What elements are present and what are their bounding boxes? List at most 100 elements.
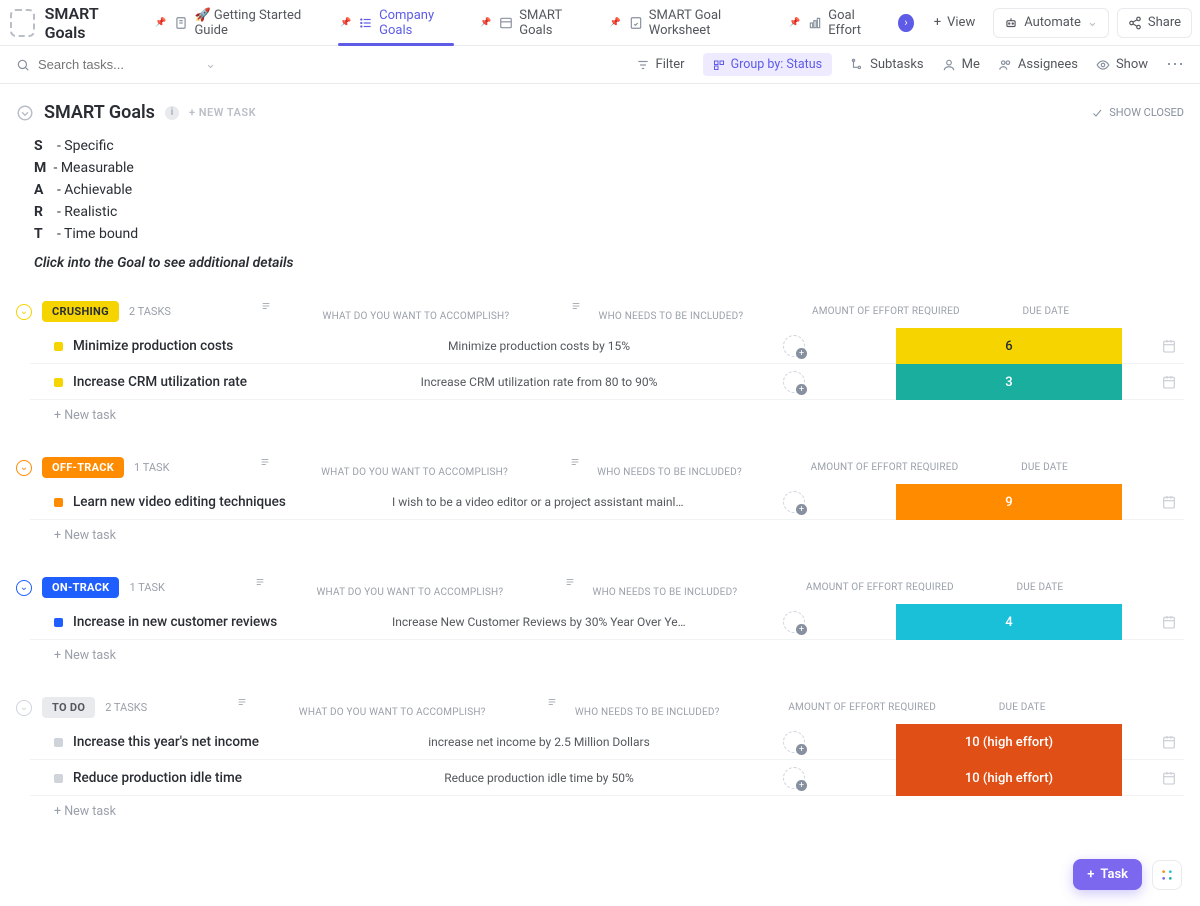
search-icon <box>16 58 30 72</box>
plus-icon: + <box>934 15 941 30</box>
apps-fab[interactable] <box>1152 860 1182 890</box>
due-date-cell[interactable] <box>1124 614 1200 630</box>
collapse-group-icon[interactable]: ⌄ <box>16 700 32 716</box>
filter-button[interactable]: Filter <box>636 57 685 72</box>
search-input[interactable] <box>38 57 178 72</box>
task-name: Minimize production costs <box>73 338 233 354</box>
task-name: Increase in new customer reviews <box>73 614 277 630</box>
new-task-fab[interactable]: + Task <box>1073 859 1142 890</box>
task-count: 1 TASK <box>129 581 164 594</box>
more-menu[interactable]: ⋯ <box>1166 56 1184 74</box>
task-accomplish: increase net income by 2.5 Million Dolla… <box>384 735 694 749</box>
status-dot[interactable] <box>54 498 63 507</box>
status-dot[interactable] <box>54 738 63 747</box>
due-date-cell[interactable] <box>1124 734 1200 750</box>
chevron-down-icon[interactable]: ⌄ <box>205 57 216 72</box>
workspace-icon[interactable] <box>10 9 35 37</box>
collapse-group-icon[interactable]: ⌄ <box>16 580 32 596</box>
new-task-row[interactable]: + New task <box>38 640 1184 663</box>
task-row[interactable]: Increase CRM utilization rateIncrease CR… <box>30 364 1184 400</box>
column-headers: WHAT DO YOU WANT TO ACCOMPLISH? WHO NEED… <box>181 301 1184 322</box>
new-task-row[interactable]: + New task <box>38 520 1184 543</box>
assignee-cell[interactable] <box>694 731 894 753</box>
col-due: DUE DATE <box>1000 462 1090 473</box>
add-assignee-icon[interactable] <box>783 611 805 633</box>
automate-button[interactable]: Automate ⌄ <box>993 8 1109 38</box>
label: Me <box>962 57 980 72</box>
share-button[interactable]: Share <box>1117 8 1192 38</box>
task-row[interactable]: Learn new video editing techniquesI wish… <box>30 484 1184 520</box>
due-date-cell[interactable] <box>1124 338 1200 354</box>
add-assignee-icon[interactable] <box>783 731 805 753</box>
tab-worksheet[interactable]: 📌 SMART Goal Worksheet <box>598 0 773 46</box>
person-icon <box>942 58 956 72</box>
add-view-button[interactable]: + View <box>924 8 986 38</box>
assignee-cell[interactable] <box>694 611 894 633</box>
tab-goal-effort[interactable]: 📌 Goal Effort <box>777 0 888 46</box>
effort-cell[interactable]: 10 (high effort) <box>896 724 1122 760</box>
subtasks-icon <box>850 58 864 72</box>
col-accomplish: WHAT DO YOU WANT TO ACCOMPLISH? <box>255 577 565 598</box>
effort-cell[interactable]: 9 <box>896 484 1122 520</box>
task-count: 2 TASKS <box>129 305 171 318</box>
show-closed-button[interactable]: SHOW CLOSED <box>1091 106 1184 119</box>
status-pill[interactable]: TO DO <box>42 697 95 718</box>
collapse-group-icon[interactable]: ⌄ <box>16 304 32 320</box>
group-ontrack: ⌄ON-TRACK1 TASK WHAT DO YOU WANT TO ACCO… <box>38 577 1184 663</box>
groupby-chip[interactable]: Group by: Status <box>703 53 833 76</box>
col-effort: AMOUNT OF EFFORT REQUIRED <box>770 462 1000 473</box>
add-assignee-icon[interactable] <box>783 335 805 357</box>
add-assignee-icon[interactable] <box>783 371 805 393</box>
label: Show <box>1116 57 1148 72</box>
tab-company-goals[interactable]: 📌 Company Goals <box>328 0 464 46</box>
task-row[interactable]: Minimize production costsMinimize produc… <box>30 328 1184 364</box>
effort-cell[interactable]: 10 (high effort) <box>896 760 1122 796</box>
tab-label: Goal Effort <box>828 8 876 38</box>
tab-smart-goals[interactable]: 📌 SMART Goals <box>468 0 594 46</box>
add-assignee-icon[interactable] <box>783 767 805 789</box>
collapse-icon[interactable] <box>16 104 34 122</box>
status-dot[interactable] <box>54 618 63 627</box>
status-dot[interactable] <box>54 342 63 351</box>
assignee-cell[interactable] <box>694 767 894 789</box>
task-name: Increase this year's net income <box>73 734 259 750</box>
new-task-row[interactable]: + New task <box>38 400 1184 423</box>
new-task-row[interactable]: + New task <box>38 796 1184 819</box>
more-tabs-button[interactable]: › <box>898 14 913 32</box>
due-date-cell[interactable] <box>1124 770 1200 786</box>
effort-cell[interactable]: 6 <box>896 328 1122 364</box>
tab-getting-started[interactable]: 📌 🚀 Getting Started Guide <box>143 0 324 46</box>
status-dot[interactable] <box>54 774 63 783</box>
eye-icon <box>1096 58 1110 72</box>
me-button[interactable]: Me <box>942 57 980 72</box>
search-wrap[interactable]: ⌄ <box>16 57 216 72</box>
effort-cell[interactable]: 3 <box>896 364 1122 400</box>
status-pill[interactable]: OFF-TRACK <box>42 457 124 478</box>
pin-icon: 📌 <box>610 18 621 28</box>
task-row[interactable]: Reduce production idle timeReduce produc… <box>30 760 1184 796</box>
show-button[interactable]: Show <box>1096 57 1148 72</box>
task-row[interactable]: Increase in new customer reviewsIncrease… <box>30 604 1184 640</box>
assignees-button[interactable]: Assignees <box>998 57 1078 72</box>
smart-description: S - Specific M - Measurable A - Achievab… <box>34 135 1184 245</box>
due-date-cell[interactable] <box>1124 374 1200 390</box>
collapse-group-icon[interactable]: ⌄ <box>16 460 32 476</box>
assignee-cell[interactable] <box>694 371 894 393</box>
new-task-link[interactable]: + NEW TASK <box>189 106 256 119</box>
list-header: SMART Goals i + NEW TASK SHOW CLOSED <box>16 102 1184 123</box>
info-icon[interactable]: i <box>165 106 179 120</box>
status-pill[interactable]: ON-TRACK <box>42 577 119 598</box>
status-dot[interactable] <box>54 378 63 387</box>
add-assignee-icon[interactable] <box>783 491 805 513</box>
due-date-cell[interactable] <box>1124 494 1200 510</box>
effort-cell[interactable]: 4 <box>896 604 1122 640</box>
group-todo: ⌄TO DO2 TASKS WHAT DO YOU WANT TO ACCOMP… <box>38 697 1184 819</box>
col-due: DUE DATE <box>995 582 1085 593</box>
task-row[interactable]: Increase this year's net income increase … <box>30 724 1184 760</box>
group-offtrack: ⌄OFF-TRACK1 TASK WHAT DO YOU WANT TO ACC… <box>38 457 1184 543</box>
assignee-cell[interactable] <box>694 335 894 357</box>
status-pill[interactable]: CRUSHING <box>42 301 119 322</box>
subtasks-button[interactable]: Subtasks <box>850 57 924 72</box>
assignee-cell[interactable] <box>694 491 894 513</box>
col-included: WHO NEEDS TO BE INCLUDED? <box>570 457 770 478</box>
